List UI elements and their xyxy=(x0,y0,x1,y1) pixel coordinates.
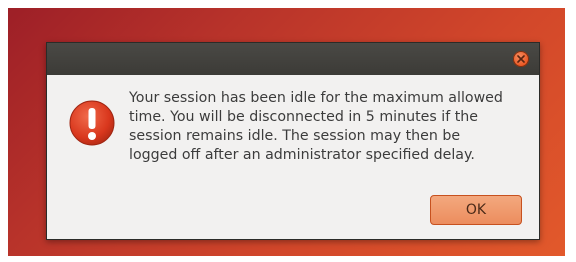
message-line-4: logged off after an administrator specif… xyxy=(129,147,475,163)
idle-session-dialog: Your session has been idle for the maxim… xyxy=(46,42,540,240)
message-line-3: session remains idle. The session may th… xyxy=(129,128,461,144)
warning-icon xyxy=(69,100,115,146)
dialog-message: Your session has been idle for the maxim… xyxy=(129,89,529,165)
ok-button[interactable]: OK xyxy=(430,195,522,225)
message-line-1: Your session has been idle for the maxim… xyxy=(129,90,503,106)
close-icon xyxy=(517,55,525,63)
close-button[interactable] xyxy=(513,51,529,67)
message-line-2: time. You will be disconnected in 5 minu… xyxy=(129,109,479,125)
dialog-titlebar xyxy=(47,43,539,75)
